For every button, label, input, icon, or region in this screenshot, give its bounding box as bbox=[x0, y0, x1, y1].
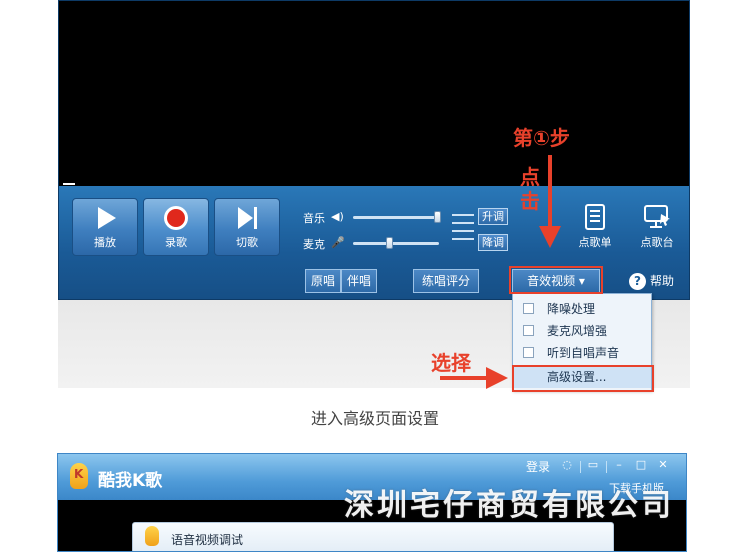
video-area bbox=[59, 1, 689, 186]
effects-button-highlight bbox=[509, 266, 603, 294]
practice-score-button[interactable]: 练唱评分 bbox=[413, 269, 479, 293]
play-label: 播放 bbox=[94, 236, 116, 249]
monitor-icon bbox=[644, 205, 670, 228]
menu-item-mic-boost[interactable]: 麦克风增强 bbox=[513, 320, 651, 342]
document-list-icon bbox=[585, 204, 605, 230]
progress-indicator[interactable] bbox=[63, 183, 75, 185]
hear-self-checkbox[interactable] bbox=[523, 347, 534, 358]
record-label: 录歌 bbox=[165, 236, 187, 249]
watermark: 深圳宅仔商贸有限公司 bbox=[344, 488, 674, 523]
pitch-controls: 升调 降调 bbox=[452, 208, 512, 252]
advanced-settings-highlight bbox=[512, 365, 654, 392]
down-arrow-shaft bbox=[548, 155, 552, 229]
skip-label: 切歌 bbox=[236, 236, 258, 249]
play-icon bbox=[98, 207, 116, 229]
speaker-icon: ◀) bbox=[331, 210, 344, 223]
av-debug-dialog: 语音视频调试 bbox=[132, 522, 614, 551]
music-volume-track[interactable] bbox=[353, 216, 439, 219]
kuwo-player-window: 播放 录歌 切歌 音乐 ◀) 麦克 🎤 升调 降调 点歌单 点歌台 原唱 伴唱 … bbox=[58, 0, 690, 300]
help-button[interactable]: ? 帮助 bbox=[629, 270, 689, 292]
playlist-button[interactable]: 点歌单 bbox=[567, 204, 623, 250]
login-link[interactable]: 登录 bbox=[526, 458, 550, 475]
app-logo-icon bbox=[70, 463, 88, 489]
accompaniment-button[interactable]: 伴唱 bbox=[341, 269, 377, 293]
music-volume-knob[interactable] bbox=[433, 211, 441, 223]
menu-item-label: 麦克风增强 bbox=[547, 324, 608, 338]
original-vocal-button[interactable]: 原唱 bbox=[305, 269, 341, 293]
minimize-icon[interactable]: – bbox=[610, 457, 628, 473]
choose-annotation: 选择 bbox=[431, 351, 471, 375]
skin-icon[interactable]: ▭ bbox=[584, 457, 602, 473]
menu-item-noise-reduction[interactable]: 降噪处理 bbox=[513, 298, 651, 320]
pitch-down-button[interactable]: 降调 bbox=[478, 234, 508, 251]
menu-item-hear-self[interactable]: 听到自唱声音 bbox=[513, 342, 651, 364]
skip-button[interactable]: 切歌 bbox=[214, 198, 280, 256]
pitch-scale-icon bbox=[452, 214, 474, 244]
tutorial-page: 播放 录歌 切歌 音乐 ◀) 麦克 🎤 升调 降调 点歌单 点歌台 原唱 伴唱 … bbox=[0, 0, 750, 552]
song-station-label: 点歌台 bbox=[640, 236, 674, 249]
maximize-icon[interactable]: □ bbox=[632, 457, 650, 473]
play-button[interactable]: 播放 bbox=[72, 198, 138, 256]
right-arrow-shaft bbox=[440, 376, 488, 380]
microphone-icon: 🎤 bbox=[331, 236, 345, 249]
record-icon bbox=[164, 206, 188, 230]
mic-boost-checkbox[interactable] bbox=[523, 325, 534, 336]
skip-icon bbox=[238, 207, 257, 229]
noise-reduction-checkbox[interactable] bbox=[523, 303, 534, 314]
caption-text: 进入高级页面设置 bbox=[310, 409, 439, 428]
help-icon: ? bbox=[629, 273, 646, 290]
app-name: 酷我K歌 bbox=[98, 471, 163, 491]
playlist-label: 点歌单 bbox=[578, 236, 612, 249]
mic-label: 麦克 bbox=[303, 238, 325, 251]
mic-volume-track[interactable] bbox=[353, 242, 439, 245]
down-arrow-icon bbox=[539, 226, 561, 248]
menu-item-label: 降噪处理 bbox=[547, 302, 596, 316]
click-annotation: 点击 bbox=[520, 165, 540, 213]
pitch-up-button[interactable]: 升调 bbox=[478, 208, 508, 225]
right-arrow-icon bbox=[486, 367, 508, 389]
menu-item-label: 听到自唱声音 bbox=[547, 346, 620, 360]
help-label: 帮助 bbox=[650, 274, 675, 288]
dialog-title: 语音视频调试 bbox=[171, 533, 244, 547]
song-station-button[interactable]: 点歌台 bbox=[629, 204, 685, 250]
chat-icon[interactable]: ◌ bbox=[558, 457, 576, 473]
microphone-logo-icon bbox=[145, 526, 159, 546]
close-icon[interactable]: ✕ bbox=[654, 457, 672, 473]
record-button[interactable]: 录歌 bbox=[143, 198, 209, 256]
step-one-annotation: 第①步 bbox=[513, 126, 570, 150]
mic-volume-knob[interactable] bbox=[385, 237, 393, 249]
music-label: 音乐 bbox=[303, 212, 325, 225]
